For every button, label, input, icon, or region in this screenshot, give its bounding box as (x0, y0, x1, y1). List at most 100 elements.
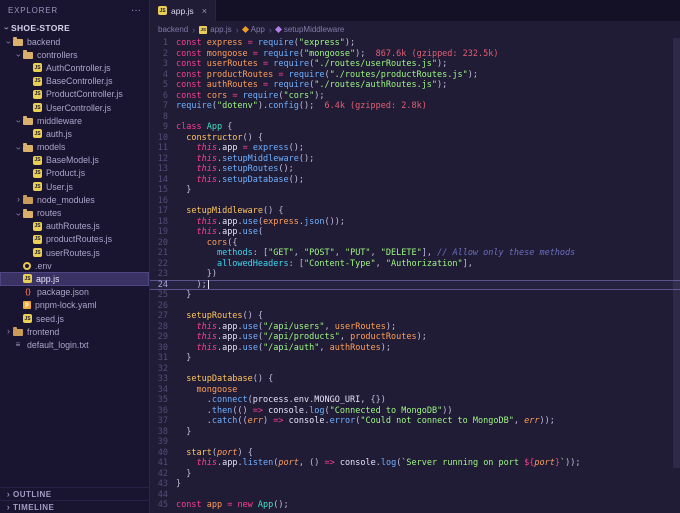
code-line-45[interactable]: 45 const app = new App(); (150, 500, 680, 511)
breadcrumb-item-app.js[interactable]: JS app.js (199, 25, 232, 34)
tree-item-frontend[interactable]: › frontend (0, 325, 149, 338)
tree-item-models[interactable]: › models (0, 141, 149, 154)
code-line-34[interactable]: 34 mongoose (150, 385, 680, 396)
code-line-24[interactable]: 24 ); (150, 279, 680, 290)
code-line-14[interactable]: 14 this.setupDatabase(); (150, 175, 680, 186)
code-line-21[interactable]: 21 methods: ["GET", "POST", "PUT", "DELE… (150, 248, 680, 259)
scrollbar[interactable] (673, 38, 680, 468)
code-line-42[interactable]: 42 } (150, 469, 680, 480)
file-label: pnpm-lock.yaml (35, 300, 97, 311)
code-line-26[interactable]: 26 (150, 301, 680, 312)
code-line-9[interactable]: 9 class App { (150, 122, 680, 133)
code-line-35[interactable]: 35 .connect(process.env.MONGO_URI, {}) (150, 395, 680, 406)
tree-item-auth.js[interactable]: JS auth.js (0, 127, 149, 140)
tab-label: app.js (171, 5, 194, 16)
tree-item-BaseController.js[interactable]: JS BaseController.js (0, 75, 149, 88)
tree-item-.env[interactable]: .env (0, 259, 149, 272)
workspace-root[interactable]: › SHOE-STORE (0, 20, 149, 35)
code-line-19[interactable]: 19 this.app.use( (150, 227, 680, 238)
tree-item-app.js[interactable]: JS app.js (0, 272, 149, 286)
tree-item-middleware[interactable]: › middleware (0, 114, 149, 127)
line-number: 20 (157, 237, 168, 248)
breadcrumb-separator: › (192, 24, 196, 35)
chevron-down-icon: › (2, 26, 12, 31)
code-line-38[interactable]: 38 } (150, 427, 680, 438)
code-line-27[interactable]: 27 setupRoutes() { (150, 311, 680, 322)
code-line-12[interactable]: 12 this.setupMiddleware(); (150, 154, 680, 165)
code-line-28[interactable]: 28 this.app.use("/api/users", userRoutes… (150, 322, 680, 333)
code-line-25[interactable]: 25 } (150, 290, 680, 301)
code-line-41[interactable]: 41 this.app.listen(port, () => console.l… (150, 458, 680, 469)
tree-item-productRoutes.js[interactable]: JS productRoutes.js (0, 233, 149, 246)
code-line-29[interactable]: 29 this.app.use("/api/products", product… (150, 332, 680, 343)
code-line-31[interactable]: 31 } (150, 353, 680, 364)
tree-item-BaseModel.js[interactable]: JS BaseModel.js (0, 154, 149, 167)
line-number: 44 (157, 489, 168, 500)
tree-item-package.json[interactable]: {} package.json (0, 286, 149, 299)
code-area[interactable]: 1 const express = require("express"); 2 con… (150, 38, 680, 513)
tree-item-pnpm-lock.yaml[interactable]: p pnpm-lock.yaml (0, 299, 149, 312)
code-line-6[interactable]: 6 const cors = require("cors"); (150, 91, 680, 102)
code-line-36[interactable]: 36 .then(() => console.log("Connected to… (150, 406, 680, 417)
code-line-10[interactable]: 10 constructor() { (150, 133, 680, 144)
line-number: 30 (157, 342, 168, 353)
line-number: 21 (157, 248, 168, 258)
code-line-33[interactable]: 33 setupDatabase() { (150, 374, 680, 385)
breadcrumb-item-App[interactable]: App (241, 25, 265, 34)
breadcrumb-separator: › (235, 24, 239, 35)
code-line-11[interactable]: 11 this.app = express(); (150, 143, 680, 154)
code-line-1[interactable]: 1 const express = require("express"); (150, 38, 680, 49)
code-line-23[interactable]: 23 }) (150, 269, 680, 280)
code-line-44[interactable]: 44 (150, 490, 680, 501)
line-number: 10 (157, 132, 168, 143)
code-line-16[interactable]: 16 (150, 196, 680, 207)
code-line-40[interactable]: 40 start(port) { (150, 448, 680, 459)
outline-section[interactable]: › OUTLINE (0, 487, 149, 500)
tree-item-UserController.js[interactable]: JS UserController.js (0, 101, 149, 114)
tree-item-seed.js[interactable]: JS seed.js (0, 312, 149, 325)
more-actions-icon[interactable]: ··· (131, 5, 141, 16)
tree-item-backend[interactable]: › backend (0, 35, 149, 48)
close-tab-icon[interactable]: × (202, 6, 207, 16)
code-line-3[interactable]: 3 const userRoutes = require("./routes/us… (150, 59, 680, 70)
code-line-39[interactable]: 39 (150, 437, 680, 448)
tree-item-routes[interactable]: › routes (0, 206, 149, 219)
code-line-20[interactable]: 20 cors({ (150, 238, 680, 249)
code-line-18[interactable]: 18 this.app.use(express.json()); (150, 217, 680, 228)
line-number: 41 (157, 458, 168, 468)
method-symbol-icon (274, 25, 282, 34)
tree-item-default_login.txt[interactable]: ≡ default_login.txt (0, 338, 149, 351)
tree-item-AuthController.js[interactable]: JS AuthController.js (0, 61, 149, 74)
breadcrumb-item-backend[interactable]: backend (158, 25, 188, 34)
tree-item-User.js[interactable]: JS User.js (0, 180, 149, 193)
breadcrumb-item-setupMiddleware[interactable]: setupMiddleware (274, 25, 344, 34)
code-line-32[interactable]: 32 (150, 364, 680, 375)
code-line-7[interactable]: 7 require("dotenv").config(); 6.4k (gzipp… (150, 101, 680, 112)
tree-item-Product.js[interactable]: JS Product.js (0, 167, 149, 180)
code-line-13[interactable]: 13 this.setupRoutes(); (150, 164, 680, 175)
line-number: 3 (162, 59, 168, 69)
tree-item-userRoutes.js[interactable]: JS userRoutes.js (0, 246, 149, 259)
code-line-8[interactable]: 8 (150, 112, 680, 123)
file-label: auth.js (46, 128, 72, 139)
file-label: UserController.js (46, 102, 112, 113)
tree-item-authRoutes.js[interactable]: JS authRoutes.js (0, 220, 149, 233)
explorer-header: EXPLORER ··· (0, 0, 149, 20)
tree-item-node_modules[interactable]: › node_modules (0, 193, 149, 206)
file-label: seed.js (36, 313, 64, 324)
line-number: 36 (157, 405, 168, 416)
tree-item-ProductController.js[interactable]: JS ProductController.js (0, 88, 149, 101)
code-line-43[interactable]: 43} (150, 479, 680, 490)
code-line-22[interactable]: 22 allowedHeaders: ["Content-Type", "Aut… (150, 259, 680, 270)
line-number: 19 (157, 227, 168, 237)
code-line-15[interactable]: 15 } (150, 185, 680, 196)
tab-app-js[interactable]: JS app.js × (150, 0, 216, 21)
code-line-17[interactable]: 17 setupMiddleware() { (150, 206, 680, 217)
tree-item-controllers[interactable]: › controllers (0, 48, 149, 61)
code-line-5[interactable]: 5 const authRoutes = require("./routes/au… (150, 80, 680, 91)
code-line-37[interactable]: 37 .catch((err) => console.error("Could … (150, 416, 680, 427)
code-line-30[interactable]: 30 this.app.use("/api/auth", authRoutes)… (150, 343, 680, 354)
timeline-section[interactable]: › TIMELINE (0, 500, 149, 513)
code-line-4[interactable]: 4 const productRoutes = require("./routes… (150, 70, 680, 81)
code-line-2[interactable]: 2 const mongoose = require("mongoose"); 8… (150, 49, 680, 60)
